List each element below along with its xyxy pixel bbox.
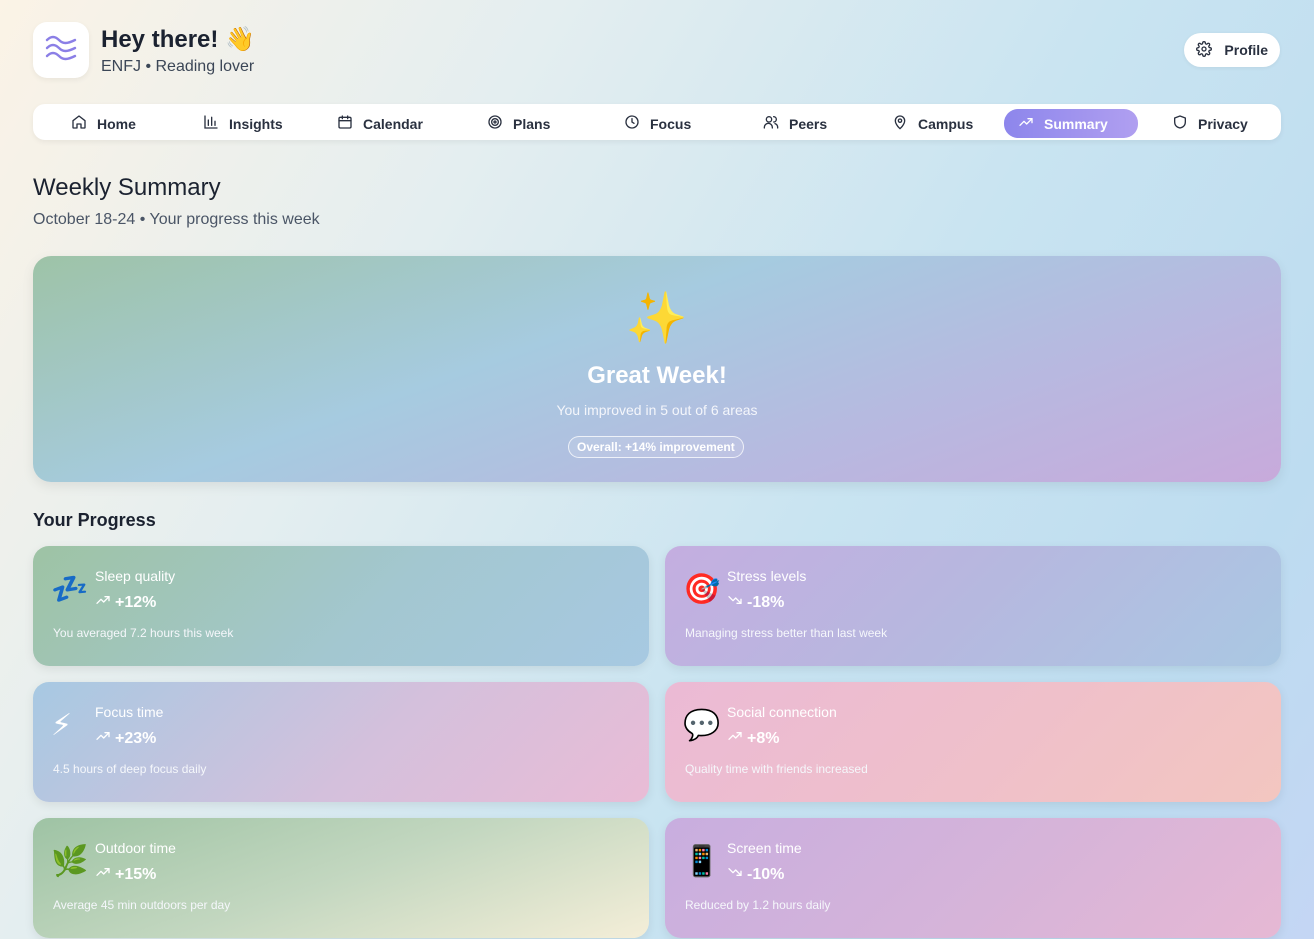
sparkles-icon: ✨ [625, 290, 689, 346]
hero-title: Great Week! [587, 362, 727, 389]
calendar-icon [337, 114, 353, 133]
progress-card-value: -10% [747, 865, 785, 883]
lightning-icon: ⚡ [51, 709, 73, 742]
tab-plans-label: Plans [513, 115, 551, 132]
greeting-title: Hey there! 👋 [101, 25, 255, 53]
progress-card-desc: Average 45 min outdoors per day [53, 898, 231, 912]
header: Hey there! 👋 ENFJ • Reading lover [33, 22, 255, 78]
tab-focus-label: Focus [650, 115, 692, 132]
trend-down-icon [727, 592, 743, 613]
tab-plans[interactable]: Plans [473, 109, 564, 138]
trend-up-icon [727, 728, 743, 749]
tab-calendar[interactable]: Calendar [323, 109, 437, 138]
tab-home-label: Home [97, 115, 136, 132]
progress-card-label: Social connection [727, 704, 837, 720]
progress-card-focus[interactable]: ⚡ Focus time +23% 4.5 hours of deep focu… [33, 682, 649, 802]
leaf-icon: 🌿 [51, 845, 89, 878]
progress-card-label: Screen time [727, 840, 802, 856]
trend-up-icon [95, 864, 111, 885]
progress-card-desc: Reduced by 1.2 hours daily [685, 898, 831, 912]
trending-up-icon [1018, 114, 1034, 133]
progress-card-screen[interactable]: 📱 Screen time -10% Reduced by 1.2 hours … [665, 818, 1281, 938]
progress-card-stress[interactable]: 🎯 Stress levels -18% Managing stress bet… [665, 546, 1281, 666]
progress-card-desc: Quality time with friends increased [685, 762, 868, 776]
progress-card-label: Focus time [95, 704, 164, 720]
progress-card-value: -18% [747, 593, 785, 611]
gear-icon [1196, 40, 1213, 60]
main-nav: Home Insights Calendar Plans Focus Peers [33, 104, 1281, 140]
tab-insights-label: Insights [229, 115, 283, 132]
progress-card-label: Outdoor time [95, 840, 176, 856]
tab-summary-label: Summary [1044, 115, 1108, 132]
speech-bubble-icon: 💬 [683, 709, 721, 742]
tab-campus-label: Campus [918, 115, 974, 132]
tab-focus[interactable]: Focus [610, 109, 705, 138]
tab-privacy[interactable]: Privacy [1158, 109, 1262, 138]
progress-card-value: +12% [115, 593, 157, 611]
page-title: Weekly Summary [33, 174, 221, 201]
trend-up-icon [95, 592, 111, 613]
tab-privacy-label: Privacy [1198, 115, 1248, 132]
progress-card-desc: You averaged 7.2 hours this week [53, 626, 234, 640]
tab-home[interactable]: Home [57, 109, 150, 138]
map-pin-icon [892, 114, 908, 133]
profile-label: Profile [1224, 42, 1268, 58]
tab-campus[interactable]: Campus [878, 109, 987, 138]
clock-icon [624, 114, 640, 133]
progress-card-label: Sleep quality [95, 568, 176, 584]
users-icon [763, 114, 779, 133]
bar-chart-icon [203, 114, 219, 133]
section-title-progress: Your Progress [33, 510, 156, 530]
page-subtitle: October 18-24 • Your progress this week [33, 211, 320, 228]
tab-peers-label: Peers [789, 115, 828, 132]
progress-card-social[interactable]: 💬 Social connection +8% Quality time wit… [665, 682, 1281, 802]
app-logo[interactable] [33, 22, 89, 78]
tab-calendar-label: Calendar [363, 115, 423, 132]
progress-card-desc: Managing stress better than last week [685, 626, 888, 640]
weekly-highlight-card: ✨ Great Week! You improved in 5 out of 6… [33, 256, 1281, 482]
tab-summary[interactable]: Summary [1004, 109, 1138, 138]
shield-icon [1172, 114, 1188, 133]
overall-improvement-badge: Overall: +14% improvement [568, 436, 744, 458]
sleep-icon: 💤 [51, 573, 89, 606]
trend-up-icon [95, 728, 111, 749]
progress-card-label: Stress levels [727, 568, 807, 584]
tab-insights[interactable]: Insights [189, 109, 297, 138]
progress-card-value: +15% [115, 865, 157, 883]
waves-icon [45, 34, 77, 67]
target-icon [487, 114, 503, 133]
profile-button[interactable]: Profile [1184, 33, 1280, 67]
progress-card-value: +8% [747, 729, 780, 747]
progress-card-outdoor[interactable]: 🌿 Outdoor time +15% Average 45 min outdo… [33, 818, 649, 938]
home-icon [71, 114, 87, 133]
target-dart-icon: 🎯 [683, 573, 721, 606]
phone-icon: 📱 [683, 845, 721, 878]
greeting-subtitle: ENFJ • Reading lover [101, 57, 255, 75]
tab-peers[interactable]: Peers [749, 109, 841, 138]
progress-card-sleep[interactable]: 💤 Sleep quality +12% You averaged 7.2 ho… [33, 546, 649, 666]
progress-card-value: +23% [115, 729, 157, 747]
trend-down-icon [727, 864, 743, 885]
progress-card-desc: 4.5 hours of deep focus daily [53, 762, 207, 776]
hero-subtitle: You improved in 5 out of 6 areas [556, 402, 758, 418]
